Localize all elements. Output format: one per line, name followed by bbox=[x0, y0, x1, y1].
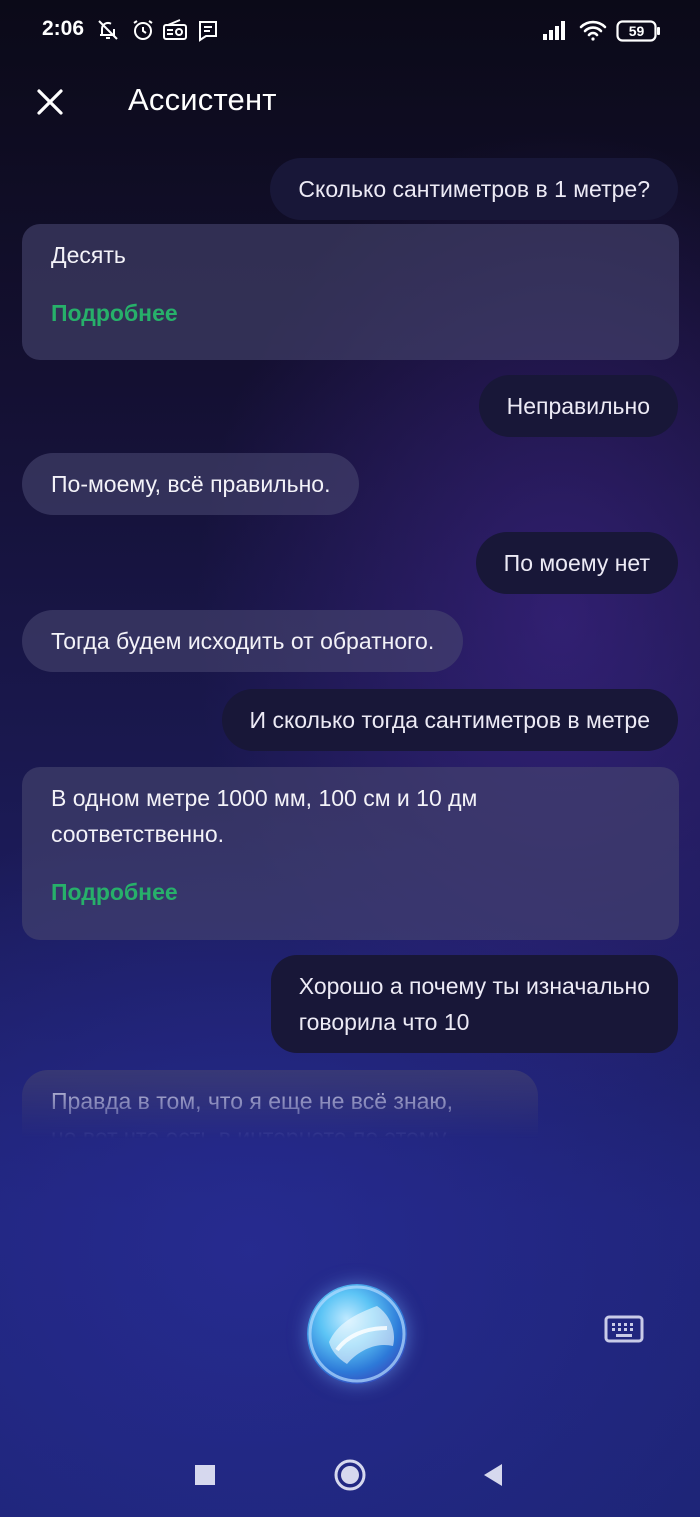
user-message: Сколько сантиметров в 1 метре? bbox=[270, 158, 678, 220]
message-text: По-моему, всё правильно. bbox=[51, 471, 331, 497]
signal-icon bbox=[541, 18, 571, 42]
assistant-orb-icon bbox=[307, 1285, 407, 1384]
home-circle-icon[interactable] bbox=[333, 1458, 367, 1497]
message-text: Десять bbox=[51, 242, 126, 268]
wifi-icon bbox=[578, 18, 608, 42]
user-message: По моему нет bbox=[475, 532, 678, 594]
voice-assistant-button[interactable] bbox=[307, 1284, 407, 1384]
battery-level: 59 bbox=[629, 23, 645, 39]
battery-icon: 59 bbox=[616, 19, 662, 43]
page-title: Ассистент bbox=[128, 82, 277, 117]
navigation-bar bbox=[0, 1440, 700, 1510]
message-text: По моему нет bbox=[503, 550, 650, 576]
message-text: Хорошо а почему ты изначально bbox=[298, 973, 650, 999]
assistant-message: Тогда будем исходить от обратного. bbox=[22, 610, 464, 672]
radio-icon bbox=[162, 18, 188, 42]
keyboard-icon bbox=[604, 1315, 644, 1348]
message-text: Правда в том, что я еще не всё знаю, bbox=[51, 1088, 454, 1114]
message-text: но вот что есть в интернете по этому bbox=[51, 1124, 447, 1148]
back-triangle-icon[interactable] bbox=[482, 1463, 504, 1492]
status-time: 2:06 bbox=[42, 17, 85, 40]
user-message: Хорошо а почему ты изначально говорила ч… bbox=[270, 955, 678, 1053]
notifications-off-icon bbox=[96, 18, 120, 42]
keyboard-button[interactable] bbox=[604, 1314, 644, 1344]
message-text: Сколько сантиметров в 1 метре? bbox=[298, 176, 650, 202]
assistant-message: Правда в том, что я еще не всё знаю, но … bbox=[22, 1070, 538, 1148]
user-message: Неправильно bbox=[478, 375, 678, 437]
assistant-message: По-моему, всё правильно. bbox=[22, 453, 360, 515]
recents-square-icon[interactable] bbox=[194, 1464, 216, 1491]
assistant-message: Десять Подробнее bbox=[22, 224, 679, 360]
close-button[interactable] bbox=[30, 82, 70, 122]
message-text: Тогда будем исходить от обратного. bbox=[51, 628, 435, 654]
close-icon bbox=[30, 89, 70, 126]
chat-list[interactable]: Сколько сантиметров в 1 метре? Десять По… bbox=[0, 148, 700, 1148]
status-bar: 2:06 59 bbox=[0, 0, 700, 62]
more-link[interactable]: Подробнее bbox=[51, 295, 650, 331]
more-link[interactable]: Подробнее bbox=[51, 874, 650, 910]
header: Ассистент bbox=[0, 72, 700, 132]
message-text: И сколько тогда сантиметров в метре bbox=[249, 707, 650, 733]
message-text: говорила что 10 bbox=[298, 1009, 470, 1035]
assistant-message: В одном метре 1000 мм, 100 см и 10 дм со… bbox=[22, 767, 679, 940]
alarm-icon bbox=[131, 18, 155, 42]
message-icon bbox=[197, 18, 219, 42]
message-text: соответственно. bbox=[51, 821, 225, 847]
message-text: Неправильно bbox=[506, 393, 650, 419]
user-message: И сколько тогда сантиметров в метре bbox=[221, 689, 678, 751]
message-text: В одном метре 1000 мм, 100 см и 10 дм bbox=[51, 785, 478, 811]
